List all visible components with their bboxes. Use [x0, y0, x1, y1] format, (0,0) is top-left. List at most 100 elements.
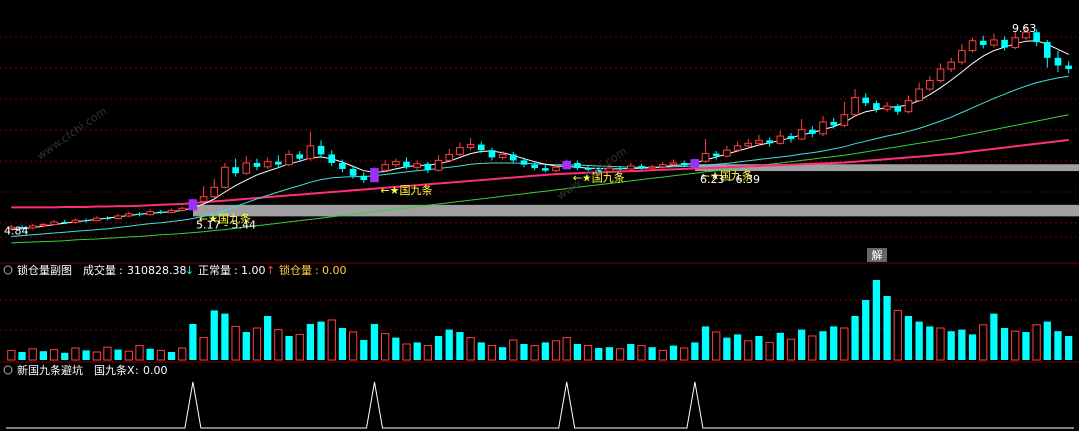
candle-body — [958, 50, 966, 63]
legend-separator: : — [315, 264, 319, 277]
volume-bar — [1032, 324, 1041, 361]
volume-bar — [231, 325, 240, 361]
candle-body — [242, 162, 251, 174]
volume-bar — [114, 349, 122, 360]
volume-bar — [189, 324, 197, 360]
candle-body — [339, 162, 346, 169]
stock-chart-canvas: ←★国九条←★国九条←★国九条 ←★国九条 9.63 4.84 5.17 - 5.… — [0, 0, 1079, 431]
candle-body — [936, 68, 945, 82]
volume-bar — [210, 310, 218, 360]
signal-label: ←★国九条 — [380, 183, 432, 197]
volume-bar — [306, 324, 315, 360]
candle-body — [488, 150, 496, 158]
candle-body — [733, 145, 742, 151]
candle-body — [104, 218, 111, 220]
volume-bar — [509, 339, 518, 361]
volume-bar — [926, 326, 934, 360]
candle-body — [167, 209, 176, 214]
candle-body — [146, 211, 154, 216]
volume-bar — [904, 316, 913, 360]
volume-bar — [637, 345, 646, 361]
candle-body — [125, 213, 133, 217]
volume-bar — [830, 326, 838, 360]
volume-bar — [1054, 331, 1062, 360]
volume-bar — [669, 345, 678, 360]
volume-bar — [199, 337, 208, 361]
signal-bar — [370, 168, 379, 183]
volume-bar — [423, 345, 432, 361]
legend-signal-name: 国九条X — [94, 363, 135, 377]
upper-band-range-label: 6.23 - 6.39 — [700, 173, 760, 186]
legend-separator: : — [119, 264, 123, 277]
candle-body — [1001, 39, 1008, 48]
volume-bar — [146, 348, 154, 360]
volume-bar — [979, 324, 988, 361]
candle-body — [797, 129, 806, 140]
legend-signal-value: 0.00 — [143, 364, 168, 377]
volume-bar — [434, 336, 443, 360]
candle-body — [199, 196, 208, 202]
volume-bar — [605, 347, 614, 360]
candle-body — [542, 168, 549, 171]
candle-body — [926, 80, 934, 90]
volume-bar — [103, 346, 112, 361]
candle-body — [424, 163, 432, 171]
volume-bar — [487, 345, 497, 361]
volume-bar — [520, 344, 528, 360]
volume-bar — [456, 332, 464, 360]
candle-body — [990, 39, 998, 46]
candle-body — [275, 161, 282, 165]
volume-bar — [413, 342, 421, 360]
candle-body — [221, 166, 229, 188]
volume-bar — [1000, 328, 1009, 360]
legend-normal-arrow: ↑ — [266, 264, 275, 277]
candle-body — [830, 121, 838, 126]
candle-body — [445, 153, 454, 161]
candle-body — [1065, 65, 1072, 69]
legend-separator: : — [135, 364, 139, 377]
unlock-button[interactable]: 解 — [867, 248, 887, 262]
volume-bar — [840, 327, 849, 361]
candle-body — [552, 166, 560, 172]
candle-body — [968, 40, 977, 52]
candle-body — [616, 168, 624, 170]
volume-bar — [658, 349, 667, 361]
volume-bar — [872, 280, 881, 360]
candle-body — [178, 207, 187, 211]
candle-body — [509, 154, 517, 161]
volume-bar — [915, 321, 923, 360]
volume-bar — [968, 334, 977, 360]
volume-bar — [744, 340, 753, 361]
volume-bar — [819, 331, 827, 360]
candle-body — [50, 221, 58, 225]
candle-body — [680, 162, 688, 166]
volume-bar — [178, 347, 187, 361]
volume-bar — [28, 348, 37, 361]
volume-bar — [348, 331, 358, 361]
candle-body — [434, 159, 443, 171]
volume-bar — [1011, 330, 1020, 361]
legend-volume-name: 成交量 — [83, 263, 116, 277]
candle-body — [915, 88, 923, 102]
volume-bar — [402, 343, 411, 361]
volume-panel-title: 锁仓量副图 — [17, 263, 72, 277]
candle-body — [531, 164, 538, 169]
volume-bar — [71, 347, 80, 361]
volume-bar — [61, 352, 69, 360]
volume-bar — [221, 313, 229, 360]
candle-body — [862, 97, 870, 104]
candle-body — [328, 154, 336, 163]
volume-bar — [274, 329, 283, 361]
candle-body — [403, 161, 410, 168]
volume-bar — [327, 319, 336, 361]
legend-separator: : — [234, 264, 238, 277]
volume-bar — [1065, 336, 1073, 360]
legend-normal-name: 正常量 — [198, 264, 231, 277]
candle-body — [456, 147, 464, 155]
volume-bar — [862, 300, 870, 360]
signal-bar — [188, 199, 198, 211]
volume-bar — [990, 313, 998, 360]
legend-normal-value: 1.00 — [241, 264, 266, 277]
volume-legend: 锁仓量副图 成交量 : 310828.38 ↓ 正常量 : 1.00 ↑ 锁仓量… — [3, 263, 347, 277]
candle-body — [285, 153, 293, 166]
